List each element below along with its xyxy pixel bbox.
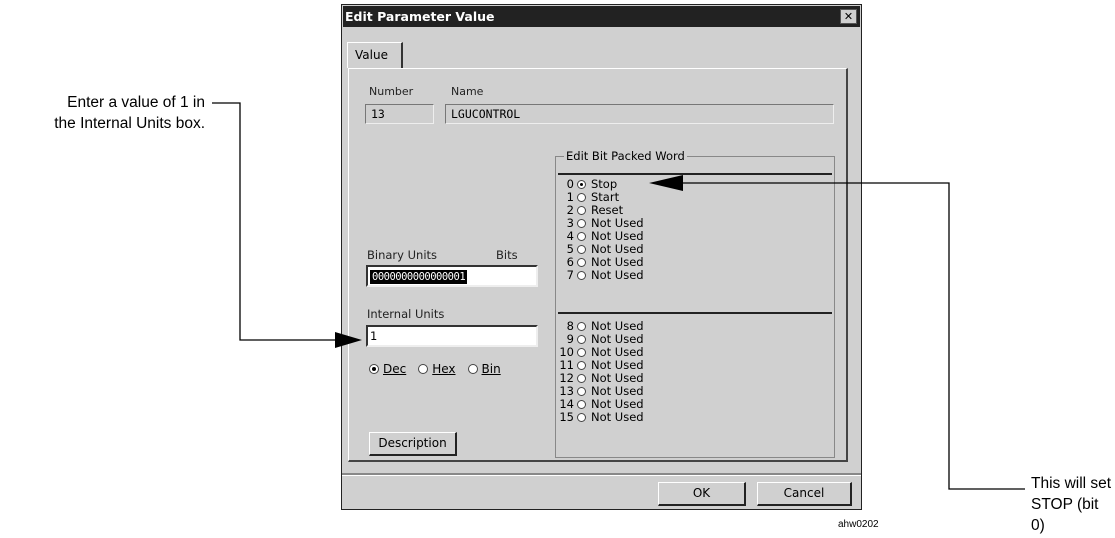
callout-lines [212,102,1025,490]
left-arrowhead-icon [335,332,362,348]
left-callout-line [212,102,335,341]
right-callout-line [683,182,1025,490]
right-arrowhead-icon [649,175,683,191]
